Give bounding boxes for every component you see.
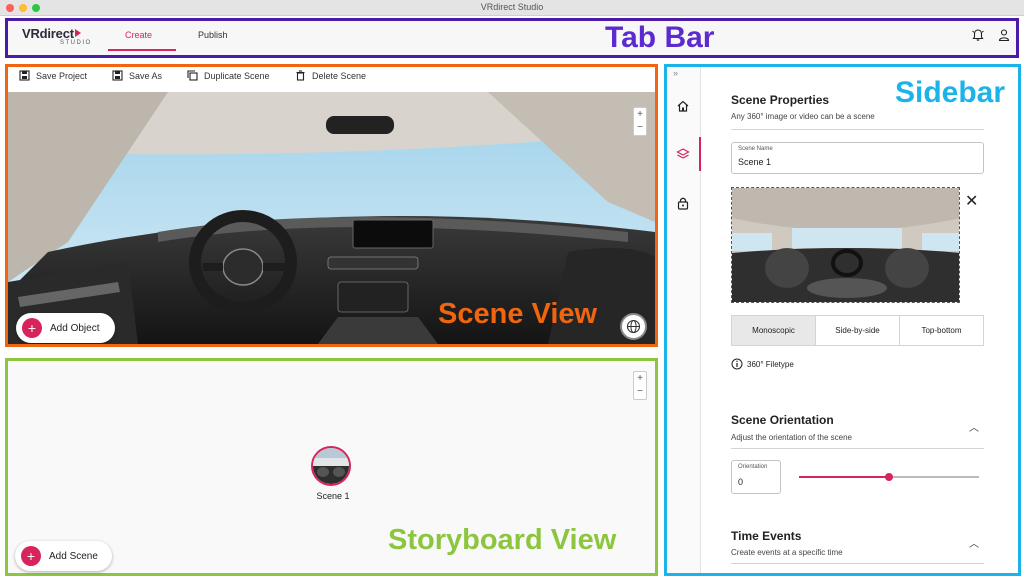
globe-view-button[interactable] xyxy=(620,313,647,340)
scene-zoom-control: + − xyxy=(633,107,647,136)
filetype-top-bottom[interactable]: Top-bottom xyxy=(900,316,983,345)
plus-icon: + xyxy=(21,546,41,566)
add-object-label: Add Object xyxy=(50,322,100,334)
tab-bar-annotation: Tab Bar xyxy=(605,21,715,54)
section-divider xyxy=(731,448,984,449)
filetype-monoscopic[interactable]: Monoscopic xyxy=(732,316,816,345)
storyboard-panel: + − Scene 1 + Add Scene Storyboard View xyxy=(5,358,658,576)
chevron-up-icon[interactable]: ︿ xyxy=(969,419,979,434)
scene-zoom-out-button[interactable]: − xyxy=(634,121,646,134)
filetype-side-by-side[interactable]: Side-by-side xyxy=(816,316,900,345)
scene-name-value: Scene 1 xyxy=(738,157,772,167)
save-project-button[interactable]: Save Project xyxy=(19,70,87,81)
delete-scene-button[interactable]: Delete Scene xyxy=(295,70,366,81)
time-events-subtitle: Create events at a specific time xyxy=(731,548,843,557)
time-events-title: Time Events xyxy=(731,529,802,543)
vrdirect-logo[interactable]: VRdirect STUDIO xyxy=(22,25,90,46)
sidebar-panel: » Sidebar Scene Properties Any 360° imag… xyxy=(664,64,1021,576)
add-scene-label: Add Scene xyxy=(49,550,98,562)
trash-icon xyxy=(296,70,305,81)
duplicate-icon xyxy=(187,70,198,81)
user-icon[interactable] xyxy=(997,28,1011,42)
home-icon[interactable] xyxy=(676,99,690,113)
scene-toolbar: Save Project Save As Duplicate Scene Del… xyxy=(11,67,655,85)
sidebar-rail: » xyxy=(667,67,701,573)
save-as-button[interactable]: Save As xyxy=(112,70,162,81)
logo-text: VRdirect xyxy=(22,26,74,41)
add-scene-button[interactable]: + Add Scene xyxy=(15,541,112,571)
storyboard-zoom-in-button[interactable]: + xyxy=(634,372,646,385)
app-window: VRdirect Studio VRdirect STUDIO Create P… xyxy=(0,0,1024,584)
rail-active-indicator xyxy=(699,137,701,171)
window-title: VRdirect Studio xyxy=(480,2,544,12)
panorama-preview[interactable] xyxy=(731,187,960,303)
tab-bar: VRdirect STUDIO Create Publish Tab Bar xyxy=(5,18,1019,58)
duplicate-scene-label: Duplicate Scene xyxy=(204,70,270,81)
delete-scene-label: Delete Scene xyxy=(312,70,367,81)
logo-subtext: STUDIO xyxy=(60,40,92,46)
filetype-info[interactable]: 360° Filetype xyxy=(731,358,794,370)
scene-orientation-subtitle: Adjust the orientation of the scene xyxy=(731,433,852,442)
duplicate-scene-button[interactable]: Duplicate Scene xyxy=(187,70,270,81)
layers-icon[interactable] xyxy=(676,147,690,161)
save-icon xyxy=(19,70,30,81)
remove-media-button[interactable]: ✕ xyxy=(965,191,978,211)
scene-node-thumbnail[interactable] xyxy=(311,446,351,486)
active-tab-indicator xyxy=(108,49,176,51)
logo-arrow-icon xyxy=(74,29,81,37)
scene-node-label: Scene 1 xyxy=(316,491,350,501)
scene-view-panel: Save Project Save As Duplicate Scene Del… xyxy=(5,64,658,347)
filetype-segmented-control: Monoscopic Side-by-side Top-bottom xyxy=(731,315,984,346)
scene-name-field[interactable]: Scene Name Scene 1 xyxy=(731,142,984,174)
scene-node-image xyxy=(313,448,349,484)
info-icon xyxy=(731,358,743,370)
scene-name-label: Scene Name xyxy=(738,146,773,152)
orientation-slider-thumb[interactable] xyxy=(885,473,893,481)
save-as-icon xyxy=(112,70,123,81)
storyboard-zoom-control: + − xyxy=(633,371,647,400)
globe-icon xyxy=(626,319,641,334)
scene-properties-subtitle: Any 360° image or video can be a scene xyxy=(731,112,875,121)
window-titlebar: VRdirect Studio xyxy=(0,0,1024,16)
orientation-field[interactable]: Orientation 0 xyxy=(731,460,781,494)
chevron-up-icon[interactable]: ︿ xyxy=(969,535,979,550)
storyboard-zoom-out-button[interactable]: − xyxy=(634,385,646,398)
tab-publish[interactable]: Publish xyxy=(198,30,228,40)
scene-zoom-in-button[interactable]: + xyxy=(634,108,646,121)
save-as-label: Save As xyxy=(129,70,163,81)
panorama-image xyxy=(732,188,959,302)
save-project-label: Save Project xyxy=(36,70,88,81)
sidebar-annotation: Sidebar xyxy=(895,76,1006,109)
collapse-sidebar-button[interactable]: » xyxy=(673,68,678,78)
scene-properties-title: Scene Properties xyxy=(731,93,830,107)
orientation-label: Orientation xyxy=(738,464,768,470)
orientation-slider[interactable] xyxy=(799,473,979,481)
add-object-button[interactable]: + Add Object xyxy=(16,313,115,343)
filetype-info-label: 360° Filetype xyxy=(747,359,794,369)
scene-orientation-title: Scene Orientation xyxy=(731,413,834,427)
scene-view-annotation: Scene View xyxy=(438,298,598,330)
plus-icon: + xyxy=(22,318,42,338)
bell-icon[interactable] xyxy=(971,28,985,42)
lock-icon[interactable] xyxy=(676,196,690,210)
storyboard-annotation: Storyboard View xyxy=(388,524,617,556)
section-divider xyxy=(731,563,984,564)
orientation-slider-fill xyxy=(799,476,889,478)
section-divider xyxy=(731,129,984,130)
orientation-value: 0 xyxy=(738,477,744,487)
tab-create[interactable]: Create xyxy=(125,30,152,40)
